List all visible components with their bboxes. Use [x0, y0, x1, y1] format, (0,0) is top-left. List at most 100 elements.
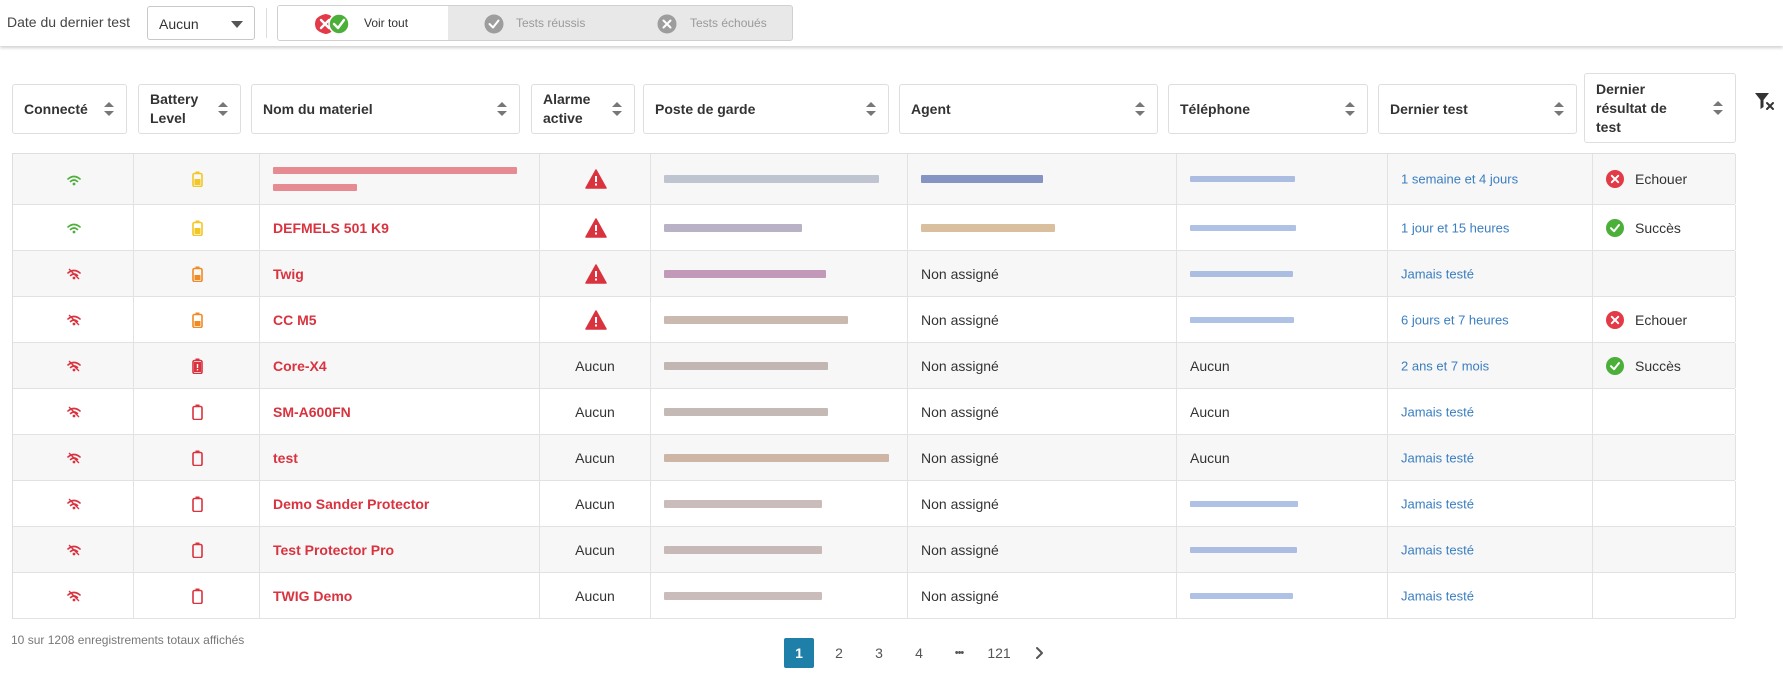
redacted-phone: [1190, 176, 1295, 182]
tab-tests-echoues[interactable]: Tests échoués: [620, 6, 792, 40]
column-header-poste[interactable]: Poste de garde: [643, 84, 889, 134]
column-header-nom[interactable]: Nom du materiel: [251, 84, 520, 134]
table-row[interactable]: TWIG Demo Aucun Non assigné Jamais testé: [13, 573, 1736, 619]
column-header-agent[interactable]: Agent: [899, 84, 1158, 134]
result-value: Succès: [1635, 219, 1681, 236]
redacted-poste: [664, 175, 879, 183]
column-header-dernier-test[interactable]: Dernier test: [1378, 84, 1577, 134]
records-count: 10 sur 1208 enregistrements totaux affic…: [11, 633, 244, 647]
cell-dernier-test: 6 jours et 7 heures: [1388, 297, 1593, 342]
redacted-phone: [1190, 316, 1294, 323]
redacted-poste: [664, 269, 826, 278]
table-row[interactable]: Test Protector Pro Aucun Non assigné Jamais…: [13, 527, 1736, 573]
agent-value: Non assigné: [921, 265, 999, 282]
sur-label: sur: [27, 633, 45, 647]
cell-resultat: Echouer: [1593, 297, 1736, 342]
alarm-value: Aucun: [575, 495, 615, 512]
battery-orange-icon: [191, 266, 203, 282]
last-test-link[interactable]: Jamais testé: [1401, 404, 1474, 419]
table-row[interactable]: DEFMELS 501 K9 1 jour et 15 heures Succès: [13, 205, 1736, 251]
device-name-link[interactable]: test: [273, 450, 298, 466]
column-header-alarme[interactable]: Alarme active: [531, 84, 635, 134]
device-name-link[interactable]: TWIG Demo: [273, 588, 352, 604]
cell-telephone: Aucun: [1177, 435, 1388, 480]
page-2[interactable]: 2: [824, 638, 854, 668]
battery-orange-icon: [191, 312, 203, 328]
table-row[interactable]: Twig Non assigné Jamais testé: [13, 251, 1736, 297]
column-label: Dernier: [1596, 81, 1646, 97]
redacted-poste: [664, 545, 822, 554]
cell-agent: [908, 154, 1177, 204]
device-name-link[interactable]: Test Protector Pro: [273, 542, 394, 558]
column-header-resultat[interactable]: Dernier résultat de test: [1584, 73, 1736, 143]
device-name-link[interactable]: Core-X4: [273, 358, 327, 374]
cell-resultat: [1593, 527, 1736, 572]
device-name-link[interactable]: SM-A600FN: [273, 404, 351, 420]
cell-battery: [134, 573, 260, 618]
table-body: 1 semaine et 4 jours Echouer DEFMELS 501 K…: [12, 153, 1736, 619]
cell-agent: Non assigné: [908, 527, 1177, 572]
cell-connecte: [13, 435, 134, 480]
table-row[interactable]: Demo Sander Protector Aucun Non assigné Jam…: [13, 481, 1736, 527]
cell-dernier-test: Jamais testé: [1388, 389, 1593, 434]
tab-tests-reussis[interactable]: Tests réussis: [448, 6, 620, 40]
page-1[interactable]: 1: [784, 638, 814, 668]
cell-connecte: [13, 389, 134, 434]
last-test-link[interactable]: Jamais testé: [1401, 542, 1474, 557]
device-name-link[interactable]: CC M5: [273, 312, 317, 328]
cell-agent: Non assigné: [908, 481, 1177, 526]
last-test-link[interactable]: Jamais testé: [1401, 496, 1474, 511]
sort-icon: [497, 102, 507, 116]
chevron-right-icon[interactable]: [1024, 638, 1054, 668]
page-3[interactable]: 3: [864, 638, 894, 668]
last-test-date-select[interactable]: Aucun: [147, 6, 255, 40]
last-test-link[interactable]: Jamais testé: [1401, 450, 1474, 465]
wifi-disconnected-icon: [66, 498, 81, 510]
table-row[interactable]: test Aucun Non assigné Aucun Jamais testé: [13, 435, 1736, 481]
redacted-phone: [1190, 224, 1296, 231]
cell-connecte: [13, 527, 134, 572]
redacted-agent: [921, 175, 1043, 183]
table-row[interactable]: 1 semaine et 4 jours Echouer: [13, 154, 1736, 205]
redacted-name: [273, 167, 517, 174]
cell-telephone: [1177, 251, 1388, 296]
redacted-phone: [1190, 500, 1298, 507]
last-test-link[interactable]: Jamais testé: [1401, 266, 1474, 281]
table-row[interactable]: SM-A600FN Aucun Non assigné Aucun Jamais tes…: [13, 389, 1736, 435]
cell-alarme: Aucun: [540, 343, 651, 388]
redacted-name: [273, 184, 357, 191]
device-name-link[interactable]: DEFMELS 501 K9: [273, 220, 389, 236]
table-header: Connecté Battery Level Nom du materiel A…: [0, 72, 1783, 144]
last-test-link[interactable]: 2 ans et 7 mois: [1401, 358, 1489, 373]
table-row[interactable]: CC M5 Non assigné 6 jours et 7 heures Echou…: [13, 297, 1736, 343]
cell-battery: [134, 527, 260, 572]
tab-voir-tout[interactable]: Voir tout: [278, 6, 448, 40]
page-ellipsis: •••: [954, 647, 965, 659]
cell-resultat: [1593, 573, 1736, 618]
cell-nom: [260, 154, 540, 204]
table-row[interactable]: Core-X4 Aucun Non assigné Aucun 2 ans et 7 m…: [13, 343, 1736, 389]
column-header-telephone[interactable]: Téléphone: [1168, 84, 1368, 134]
page-4[interactable]: 4: [904, 638, 934, 668]
battery-yellow-icon: [191, 220, 203, 236]
alarm-value: Aucun: [575, 587, 615, 604]
device-name-link[interactable]: Twig: [273, 266, 304, 282]
column-header-battery-level[interactable]: Battery Level: [138, 84, 241, 134]
cell-alarme: Aucun: [540, 389, 651, 434]
redacted-poste: [664, 453, 889, 462]
column-header-connecte[interactable]: Connecté: [12, 84, 127, 134]
select-value: Aucun: [159, 16, 199, 32]
wifi-disconnected-icon: [66, 360, 81, 372]
wifi-disconnected-icon: [66, 452, 81, 464]
cell-nom: Test Protector Pro: [260, 527, 540, 572]
last-test-link[interactable]: 1 semaine et 4 jours: [1401, 172, 1518, 187]
clear-filter-icon[interactable]: [1753, 90, 1775, 112]
last-test-link[interactable]: 1 jour et 15 heures: [1401, 220, 1509, 235]
device-name-link[interactable]: Demo Sander Protector: [273, 496, 429, 512]
column-label: Poste de garde: [655, 101, 756, 117]
last-test-link[interactable]: 6 jours et 7 heures: [1401, 312, 1509, 327]
page-121[interactable]: 121: [984, 638, 1014, 668]
result-value: Echouer: [1635, 171, 1688, 187]
wifi-disconnected-icon: [66, 268, 81, 280]
last-test-link[interactable]: Jamais testé: [1401, 588, 1474, 603]
